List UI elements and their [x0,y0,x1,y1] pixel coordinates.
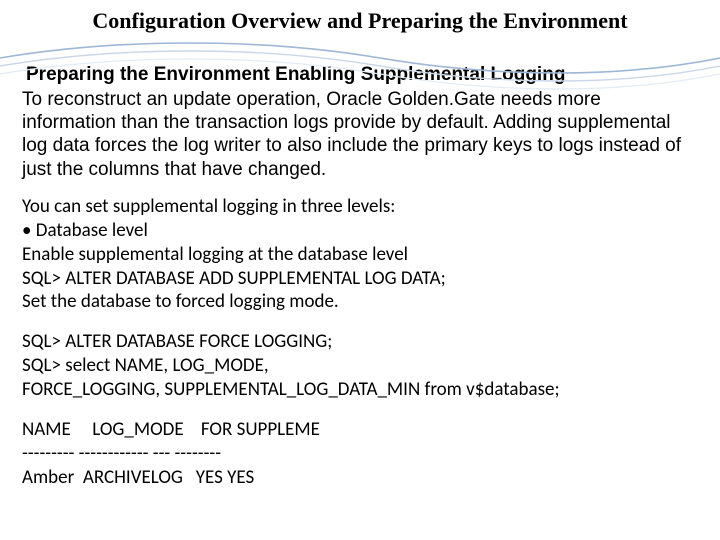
text-line: Amber ARCHIVELOG YES YES [22,466,694,490]
text-line: --------- ------------ --- -------- [22,442,694,466]
block-levels: You can set supplemental logging in thre… [22,195,694,315]
block-query-output: NAME LOG_MODE FOR SUPPLEME --------- ---… [22,418,694,490]
text-line: NAME LOG_MODE FOR SUPPLEME [22,418,694,442]
intro-paragraph: To reconstruct an update operation, Orac… [22,88,694,181]
slide-title: Configuration Overview and Preparing the… [22,8,698,34]
text-line: FORCE_LOGGING, SUPPLEMENTAL_LOG_DATA_MIN… [22,378,694,402]
text-line: • Database level [22,219,694,243]
text-line: SQL> ALTER DATABASE FORCE LOGGING; [22,330,694,354]
section-subtitle: Preparing the Environment Enabling Suppl… [26,64,698,86]
text-line: SQL> ALTER DATABASE ADD SUPPLEMENTAL LOG… [22,267,694,291]
text-line: You can set supplemental logging in thre… [22,195,694,219]
slide: Configuration Overview and Preparing the… [0,0,720,540]
text-line: SQL> select NAME, LOG_MODE, [22,354,694,378]
block-force-logging: SQL> ALTER DATABASE FORCE LOGGING; SQL> … [22,330,694,402]
text-line: Enable supplemental logging at the datab… [22,243,694,267]
text-line: Set the database to forced logging mode. [22,290,694,314]
